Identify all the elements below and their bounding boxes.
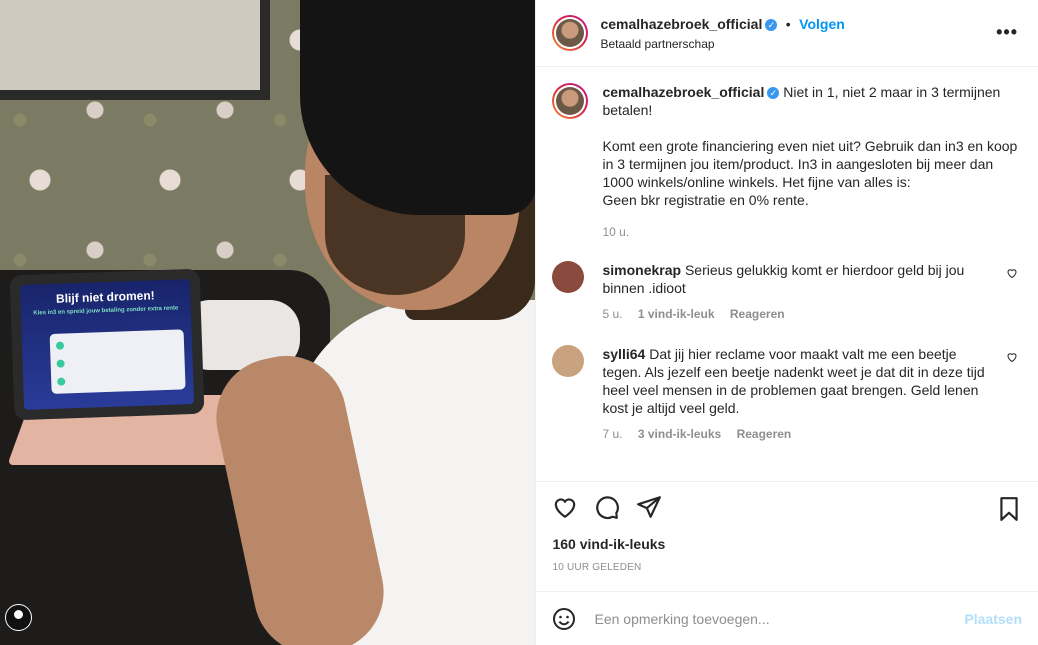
caption-time[interactable]: 10 u. (602, 225, 1022, 239)
paid-partnership-label[interactable]: Betaald partnerschap (600, 37, 844, 51)
add-comment-bar: Plaatsen (536, 591, 1038, 645)
comment-username[interactable]: simonekrap (602, 262, 681, 278)
comment: simonekrap Serieus gelukkig komt er hier… (552, 261, 1022, 323)
tablet-subtitle: Kies in3 en spreid jouw betaling zonder … (33, 305, 179, 317)
follow-button[interactable]: Volgen (799, 16, 845, 32)
comment-likes[interactable]: 3 vind-ik-leuks (638, 427, 721, 441)
likes-count[interactable]: 160 vind-ik-leuks (552, 536, 1022, 552)
check-icon (55, 341, 65, 350)
caption-avatar[interactable] (552, 83, 589, 119)
post-modal: Blijf niet dromen! Kies in3 en spreid jo… (0, 0, 1038, 645)
heart-icon[interactable] (1006, 267, 1018, 279)
check-icon (56, 359, 65, 368)
header-username[interactable]: cemalhazebroek_official (600, 16, 762, 32)
caption-text: Niet in 1, niet 2 maar in 3 termijnen be… (602, 84, 1018, 208)
post-photo[interactable]: Blijf niet dromen! Kies in3 en spreid jo… (0, 0, 536, 645)
comment: sylli64 Dat jij hier reclame voor maakt … (552, 345, 1022, 443)
comment-avatar[interactable] (552, 345, 585, 377)
comment-likes[interactable]: 1 vind-ik-leuk (638, 307, 715, 321)
picture-frame (0, 0, 270, 100)
heart-icon[interactable] (1006, 351, 1018, 363)
verified-icon: ✓ (765, 18, 778, 31)
tablet-card (49, 329, 186, 394)
reply-button[interactable]: Reageren (730, 307, 785, 321)
post-button[interactable]: Plaatsen (964, 611, 1022, 627)
reply-button[interactable]: Reageren (737, 427, 792, 441)
comment-text: Dat jij hier reclame voor maakt valt me … (602, 346, 985, 416)
comment-time[interactable]: 7 u. (602, 427, 622, 441)
smiley-icon[interactable] (552, 607, 576, 631)
more-options-icon[interactable]: ••• (996, 22, 1018, 43)
heart-icon[interactable] (552, 494, 578, 520)
comments-scroll[interactable]: cemalhazebroek_official ✓ Niet in 1, niet… (536, 67, 1038, 481)
tagged-user-icon[interactable] (5, 604, 32, 631)
tablet: Blijf niet dromen! Kies in3 en spreid jo… (9, 268, 205, 421)
separator-dot: • (785, 15, 791, 32)
post-actions: 160 vind-ik-leuks 10 UUR GELEDEN (536, 481, 1038, 591)
comment-avatar[interactable] (552, 261, 585, 293)
avatar[interactable] (552, 15, 589, 51)
post-age[interactable]: 10 UUR GELEDEN (552, 562, 1022, 573)
caption-username[interactable]: cemalhazebroek_official (602, 84, 764, 100)
caption: cemalhazebroek_official ✓ Niet in 1, niet… (552, 83, 1022, 209)
comment-username[interactable]: sylli64 (602, 346, 645, 362)
comment-time[interactable]: 5 u. (602, 307, 622, 321)
check-icon (57, 377, 66, 386)
share-icon[interactable] (636, 494, 662, 520)
post-header: cemalhazebroek_official ✓ • Volgen Betaal… (536, 0, 1038, 67)
comment-input[interactable] (592, 609, 965, 628)
verified-icon: ✓ (767, 87, 780, 99)
bookmark-icon[interactable] (996, 496, 1022, 522)
comment-icon[interactable] (594, 494, 620, 520)
post-panel: cemalhazebroek_official ✓ • Volgen Betaal… (535, 0, 1038, 645)
tablet-title: Blijf niet dromen! (55, 288, 155, 306)
tablet-screen: Blijf niet dromen! Kies in3 en spreid jo… (19, 279, 195, 410)
